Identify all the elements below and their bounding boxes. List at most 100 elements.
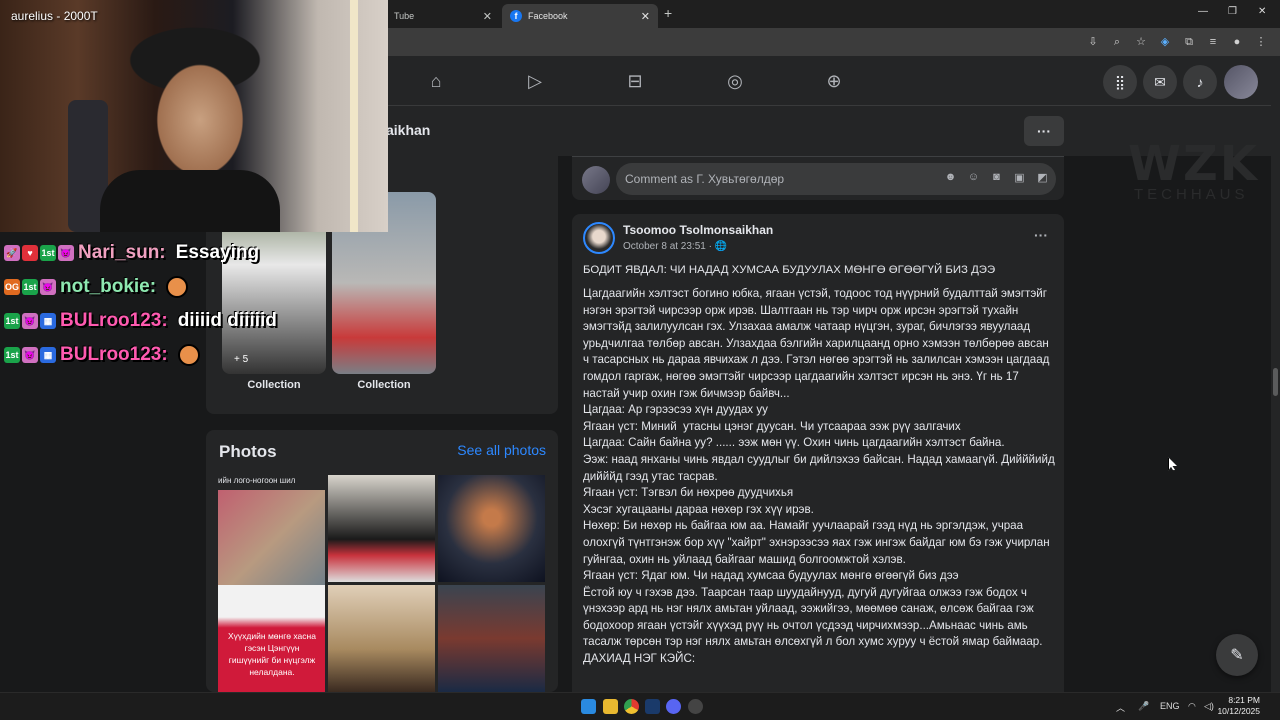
close-window-button[interactable]: ✕ [1258, 6, 1266, 17]
post-author-avatar[interactable] [583, 222, 615, 254]
gif-icon[interactable]: ▣ [1012, 171, 1027, 184]
photo-overlay-text: Хүүхдийн мөнгө хасна гэсэн Цэнгүүн гишүү… [228, 631, 316, 677]
close-tab-icon[interactable]: ✕ [483, 10, 492, 23]
collection-label[interactable]: Collection [222, 379, 326, 391]
gaming-icon[interactable]: ⊕ [823, 70, 845, 92]
steam-icon[interactable] [645, 699, 660, 714]
minimize-button[interactable]: — [1198, 6, 1208, 17]
media-icon[interactable]: ≡ [1206, 35, 1220, 49]
chat-badge-icon: ▦ [40, 347, 56, 363]
photos-title: Photos [219, 442, 277, 461]
tray-chevron-icon[interactable]: ︿ [1116, 701, 1125, 714]
chat-badge-icon: 1st [4, 313, 20, 329]
scrollbar-thumb[interactable] [1273, 368, 1278, 396]
tab-label: Facebook [528, 11, 568, 21]
chat-badge-icon: 👿 [58, 245, 74, 261]
chat-text: diiiid diiiiid [177, 310, 277, 331]
stream-chat: 🚀 ♥ 1st 👿 Nari_sun: Essaying OG 1st 👿 not_bokie: 1… [4, 236, 334, 372]
chat-username: BULroo123: [60, 310, 168, 331]
video-icon[interactable]: ▷ [524, 70, 546, 92]
tab-label: Tube [394, 11, 415, 21]
light-strip [350, 0, 358, 232]
restore-button[interactable]: ❐ [1228, 6, 1237, 17]
chat-badges: 1st 👿 ▦ [4, 313, 56, 329]
globe-icon: 🌐 [714, 241, 728, 252]
profile-more-button[interactable]: ··· [1024, 116, 1064, 146]
chat-badge-icon: 👿 [40, 279, 56, 295]
messenger-icon[interactable]: ✉ [1143, 65, 1177, 99]
profile-avatar-icon[interactable]: ● [1230, 35, 1244, 49]
sticker-icon[interactable]: ◩ [1035, 171, 1050, 184]
camera-icon[interactable]: ◙ [989, 171, 1004, 184]
chat-badge-icon: 👿 [22, 313, 38, 329]
photo-thumbnail[interactable] [218, 490, 325, 597]
kebab-menu-icon[interactable]: ⋮ [1254, 35, 1268, 49]
chat-badge-icon: 1st [4, 347, 20, 363]
account-avatar[interactable] [1224, 65, 1258, 99]
comment-input[interactable]: Comment as Г. Хувьтөгөлдөр ☻ ☺ ◙ ▣ ◩ [616, 163, 1056, 195]
tab-facebook[interactable]: f Facebook ✕ [502, 4, 658, 28]
chat-message: 1st 👿 ▦ BULroo123: [4, 338, 334, 372]
start-icon[interactable] [581, 699, 596, 714]
chat-emote-icon [177, 344, 200, 366]
comment-composer: Comment as Г. Хувьтөгөлдөр ☻ ☺ ◙ ▣ ◩ [572, 156, 1064, 200]
post-more-button[interactable]: ··· [1034, 227, 1048, 243]
close-tab-icon[interactable]: ✕ [641, 10, 650, 23]
profile-name[interactable]: aikhan [386, 122, 430, 138]
chat-badge-icon: OG [4, 279, 20, 295]
post-timestamp[interactable]: October 8 at 23:51 · 🌐 [623, 241, 727, 252]
photo-thumbnail[interactable] [438, 475, 545, 582]
tab-youtube[interactable]: Tube ✕ [386, 4, 500, 28]
chat-username: not_bokie: [60, 276, 157, 297]
chat-badge-icon: 👿 [22, 347, 38, 363]
microphone-icon[interactable]: 🎤 [1138, 701, 1149, 712]
taskbar-clock[interactable]: 8:21 PM 10/12/2025 [1217, 695, 1260, 717]
chat-message: OG 1st 👿 not_bokie: [4, 270, 334, 304]
extension-icon[interactable]: ◈ [1158, 35, 1172, 49]
extensions-puzzle-icon[interactable]: ⧉ [1182, 35, 1196, 49]
webcam-overlay: aurelius - 2000T [0, 0, 388, 232]
chat-badge-icon: ♥ [22, 245, 38, 261]
chat-badges: 🚀 ♥ 1st 👿 [4, 245, 74, 261]
wifi-icon[interactable]: ◠ [1188, 701, 1196, 712]
collection-label[interactable]: Collection [332, 379, 436, 391]
install-app-icon[interactable]: ⇩ [1086, 35, 1100, 49]
emoji-icon[interactable]: ☺ [966, 171, 981, 184]
volume-icon[interactable]: ◁) [1204, 701, 1214, 712]
new-tab-button[interactable]: + [664, 5, 672, 21]
photo-thumbnail[interactable] [328, 475, 435, 582]
chat-text: Essaying [175, 242, 260, 263]
facebook-favicon-icon: f [510, 10, 522, 22]
photo-thumbnail[interactable] [438, 585, 545, 692]
photo-thumbnail[interactable] [328, 585, 435, 692]
settings-icon[interactable] [688, 699, 703, 714]
post-author-name[interactable]: Tsoomoo Tsolmonsaikhan [623, 223, 773, 237]
groups-icon[interactable]: ◎ [724, 70, 746, 92]
windows-taskbar: ︿ 🎤 ENG ◠ ◁) 8:21 PM 10/12/2025 [0, 692, 1280, 720]
streamer-shirt [100, 170, 280, 232]
home-icon[interactable]: ⌂ [425, 70, 447, 92]
commenter-avatar[interactable] [582, 166, 610, 194]
chat-badges: OG 1st 👿 [4, 279, 56, 295]
file-explorer-icon[interactable] [603, 699, 618, 714]
watermark-logo: WZK [1128, 136, 1259, 192]
chat-badge-icon: ▦ [40, 313, 56, 329]
chat-badge-icon: 1st [40, 245, 56, 261]
post-body: Цагдаагийн хэлтэст богино юбка, ягаан үс… [583, 287, 1055, 666]
discord-icon[interactable] [666, 699, 681, 714]
bookmark-star-icon[interactable]: ☆ [1134, 35, 1148, 49]
clock-time: 8:21 PM [1228, 695, 1260, 705]
notifications-bell-icon[interactable]: ♪ [1183, 65, 1217, 99]
marketplace-icon[interactable]: ⊟ [624, 70, 646, 92]
chat-message: 1st 👿 ▦ BULroo123: diiiid diiiiid [4, 304, 334, 338]
avatar-sticker-icon[interactable]: ☻ [943, 171, 958, 184]
see-all-photos-link[interactable]: See all photos [457, 442, 546, 458]
language-indicator[interactable]: ENG [1160, 701, 1180, 711]
chrome-icon[interactable] [624, 699, 639, 714]
post-card: Tsoomoo Tsolmonsaikhan October 8 at 23:5… [572, 214, 1064, 692]
post-title: БОДИТ ЯВДАЛ: ЧИ НАДАД ХУМСАА БУДУУЛАХ МӨ… [583, 264, 996, 276]
menu-grid-icon[interactable]: ⣿ [1103, 65, 1137, 99]
new-message-button[interactable]: ✎ [1216, 634, 1258, 676]
photos-card: Photos See all photos ийн лого-ногоон ши… [206, 430, 558, 692]
zoom-icon[interactable]: ⌕ [1110, 35, 1124, 49]
